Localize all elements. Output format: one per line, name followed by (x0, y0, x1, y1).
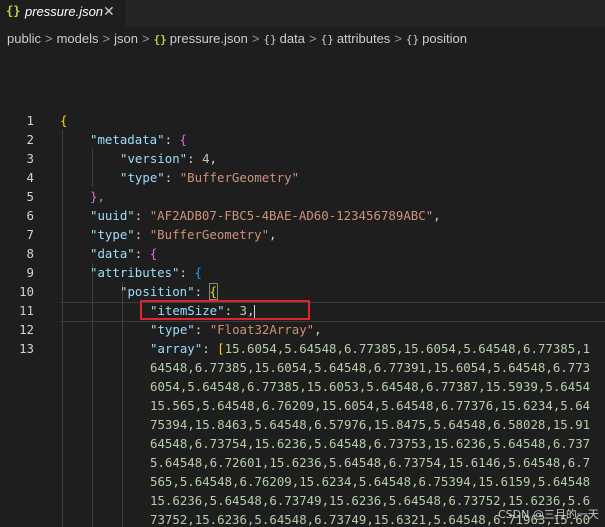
json-number-array: 15.6054,5.64548,6.77385,15.6054,5.64548,… (224, 341, 591, 356)
code-line-wrap[interactable]: 15.565,5.64548,6.76209,15.6054,5.64548,6… (150, 396, 590, 415)
code-line-6[interactable]: "uuid": "AF2ADB07-FBC5-4BAE-AD60-1234567… (90, 206, 441, 225)
tab-pressure-json[interactable]: {} pressure.json ✕ (0, 0, 127, 26)
json-string: "AF2ADB07-FBC5-4BAE-AD60-123456789ABC" (149, 208, 434, 223)
line-number: 13 (19, 341, 34, 356)
object-icon: {} (405, 33, 420, 46)
open-brace: { (194, 265, 202, 280)
json-key: "type" (90, 227, 135, 242)
json-key: "array" (150, 341, 203, 356)
json-key: "type" (150, 322, 195, 337)
json-key: "data" (90, 246, 135, 261)
open-bracket: [ (217, 341, 225, 356)
code-line-5[interactable]: }, (90, 187, 105, 206)
code-line-1[interactable]: { (60, 111, 67, 130)
json-key: "metadata" (90, 132, 165, 147)
code-line-wrap[interactable]: 5.64548,6.72601,15.6236,5.64548,6.73754,… (150, 453, 590, 472)
json-key: "uuid" (90, 208, 135, 223)
annotation-highlight-box (140, 300, 310, 320)
json-key: "position" (120, 284, 195, 299)
chevron-right-icon: > (308, 31, 317, 46)
code-line-13[interactable]: "array": [15.6054,5.64548,6.77385,15.605… (150, 339, 590, 358)
chevron-right-icon: > (394, 31, 402, 46)
breadcrumb-attributes[interactable]: attributes (337, 31, 390, 46)
indent-guide (62, 130, 63, 527)
code-line-wrap[interactable]: 565,5.64548,6.76209,15.6234,5.64548,6.75… (150, 472, 590, 491)
code-line-12[interactable]: "type": "Float32Array", (150, 320, 322, 339)
indent-guide (92, 149, 93, 187)
code-line-9[interactable]: "attributes": { (90, 263, 202, 282)
code-line-10[interactable]: "position": { (120, 282, 219, 301)
code-editor[interactable]: 1 2 3 4 5 6 7 8 9 10 11 12 13 { "metadat… (0, 52, 605, 527)
code-line-wrap[interactable]: 6054,5.64548,6.77385,15.6053,5.64548,6.7… (150, 377, 590, 396)
line-number: 1 (26, 113, 34, 128)
json-key: "type" (120, 170, 165, 185)
open-brace: { (60, 113, 68, 128)
code-line-3[interactable]: "version": 4, (120, 149, 217, 168)
json-string: "BufferGeometry" (179, 170, 300, 185)
chevron-right-icon: > (251, 31, 260, 46)
line-number: 10 (19, 284, 34, 299)
object-icon: {} (320, 33, 334, 46)
open-brace: { (149, 246, 158, 261)
code-line-7[interactable]: "type": "BufferGeometry", (90, 225, 277, 244)
line-number: 6 (26, 208, 34, 223)
breadcrumb-models[interactable]: models (57, 31, 99, 46)
code-line-2[interactable]: "metadata": { (90, 130, 187, 149)
line-number: 8 (26, 246, 34, 261)
json-key: "version" (120, 151, 188, 166)
code-line-8[interactable]: "data": { (90, 244, 157, 263)
json-file-icon: {} (6, 4, 21, 18)
json-number: 4 (202, 151, 210, 166)
line-number: 7 (26, 227, 34, 242)
breadcrumb: public > models > json >{} pressure.json >{} dat… (0, 26, 605, 52)
chevron-right-icon: > (102, 31, 111, 46)
breadcrumb-pressure-json[interactable]: pressure.json (170, 31, 248, 46)
open-brace-matched: { (208, 283, 219, 300)
close-brace: }, (90, 189, 105, 204)
tab-label: pressure.json (25, 4, 104, 19)
line-number: 4 (26, 170, 34, 185)
line-number: 9 (26, 265, 34, 280)
json-string: "Float32Array" (209, 322, 315, 337)
object-icon: {} (263, 33, 277, 46)
breadcrumb-json[interactable]: json (114, 31, 138, 46)
breadcrumb-public[interactable]: public (7, 31, 41, 46)
line-number: 2 (26, 132, 34, 147)
chevron-right-icon: > (141, 31, 150, 46)
json-file-icon: {} (153, 33, 167, 46)
tab-bar: {} pressure.json ✕ (0, 0, 605, 26)
json-key: "attributes" (90, 265, 180, 280)
close-icon[interactable]: ✕ (103, 3, 115, 20)
open-brace: { (179, 132, 187, 147)
code-line-wrap[interactable]: 64548,6.73754,15.6236,5.64548,6.73753,15… (150, 434, 590, 453)
line-number: 5 (26, 189, 34, 204)
chevron-right-icon: > (44, 31, 53, 46)
breadcrumb-position[interactable]: position (422, 31, 467, 46)
code-line-wrap[interactable]: 64548,6.77385,15.6054,5.64548,6.77391,15… (150, 358, 590, 377)
breadcrumb-data[interactable]: data (280, 31, 305, 46)
code-line-wrap[interactable]: 75394,15.8463,5.64548,6.57976,15.8475,5.… (150, 415, 590, 434)
line-number-active: 11 (19, 303, 34, 318)
line-number: 3 (26, 151, 34, 166)
json-string: "BufferGeometry" (149, 227, 270, 242)
watermark: CSDN @三月的一天 (498, 508, 599, 521)
code-line-4[interactable]: "type": "BufferGeometry" (120, 168, 299, 187)
line-number: 12 (19, 322, 34, 337)
